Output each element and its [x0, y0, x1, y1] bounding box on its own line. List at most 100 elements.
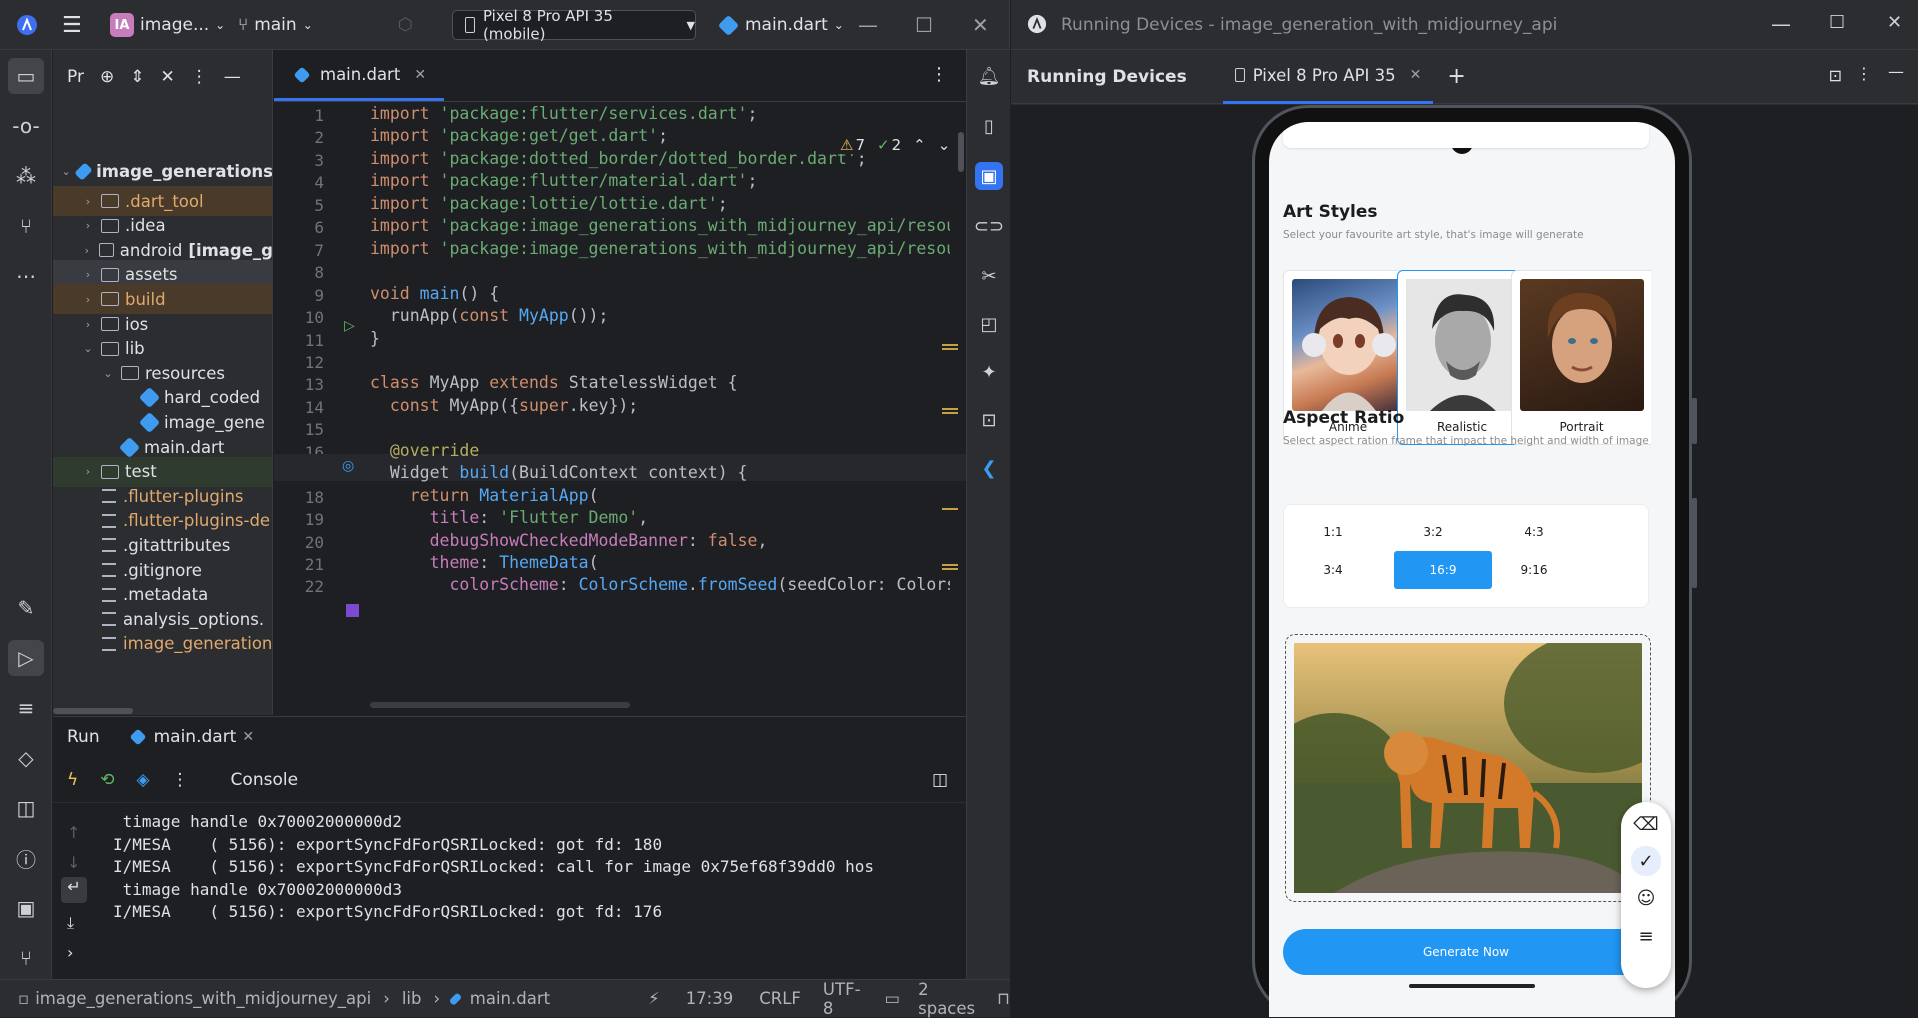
collapse-all-icon[interactable]: ✕: [160, 67, 174, 87]
comment-icon[interactable]: ▭: [885, 989, 901, 1008]
ratio-option[interactable]: 9:16: [1485, 551, 1583, 589]
options-icon[interactable]: ⋮: [191, 67, 208, 87]
hide-icon[interactable]: —: [224, 67, 241, 87]
layout-icon[interactable]: ◫: [932, 770, 948, 790]
locate-icon[interactable]: ⊕: [100, 67, 114, 87]
console-tab[interactable]: Console: [231, 770, 299, 790]
terminal-icon[interactable]: ▣: [12, 894, 40, 922]
ratio-option[interactable]: 3:4: [1284, 551, 1382, 589]
project-panel-title[interactable]: Pr: [67, 67, 84, 87]
status-line-separator[interactable]: CRLF: [759, 989, 801, 1008]
maximize-icon[interactable]: ☐: [1829, 12, 1845, 33]
main-menu-icon[interactable]: ☰: [62, 0, 82, 50]
status-lib[interactable]: lib: [402, 989, 422, 1008]
android-studio-logo-icon[interactable]: [16, 0, 38, 50]
gemini-icon[interactable]: ✦: [975, 358, 1003, 386]
gem-icon[interactable]: ◇: [12, 744, 40, 772]
scroll-down-icon[interactable]: ↓: [67, 853, 80, 872]
horizontal-scrollbar[interactable]: [370, 702, 630, 708]
chevron-right-icon[interactable]: ›: [81, 268, 95, 281]
status-indent[interactable]: 2 spaces: [918, 980, 975, 1018]
flutter-icon[interactable]: ❮: [975, 454, 1003, 482]
run-gutter-icon[interactable]: ▷: [344, 318, 355, 334]
tree-item[interactable]: image_generation: [53, 629, 272, 659]
status-project[interactable]: image_generations_with_midjourney_api: [35, 989, 371, 1008]
close-icon[interactable]: ✕: [972, 13, 989, 37]
device-manager-icon[interactable]: ▯: [975, 112, 1003, 140]
status-file[interactable]: main.dart: [470, 989, 550, 1008]
chevron-right-icon[interactable]: ›: [81, 293, 95, 306]
minimize-icon[interactable]: —: [858, 13, 878, 37]
chevron-down-icon[interactable]: ⌄: [81, 342, 95, 355]
status-position[interactable]: 17:39: [686, 989, 734, 1008]
expand-all-icon[interactable]: ⇕: [130, 67, 144, 87]
status-encoding[interactable]: UTF-8: [823, 980, 861, 1018]
hot-reload-icon[interactable]: ϟ: [67, 770, 78, 790]
todo-icon[interactable]: ≡: [12, 694, 40, 722]
add-device-icon[interactable]: +: [1447, 64, 1465, 89]
run-tab[interactable]: main.dart ✕: [128, 727, 254, 747]
hide-icon[interactable]: —: [1888, 62, 1904, 81]
logcat-icon[interactable]: ◫: [12, 794, 40, 822]
next-highlight-icon[interactable]: ⌄: [938, 136, 951, 154]
commit-icon[interactable]: -o-: [12, 112, 40, 140]
project-selector[interactable]: IA image... ⌄: [110, 0, 225, 50]
more-actions-icon[interactable]: ›: [67, 943, 73, 962]
ratio-option-selected[interactable]: 16:9: [1394, 551, 1492, 589]
running-devices-icon[interactable]: ▣: [975, 162, 1003, 190]
ratio-option[interactable]: 3:2: [1384, 513, 1482, 551]
run-config-selector[interactable]: main.dart ⌄: [717, 0, 844, 50]
power-button[interactable]: [1692, 398, 1697, 444]
hot-restart-icon[interactable]: ⟲: [100, 770, 114, 790]
layout-inspector-icon[interactable]: ⊡: [975, 406, 1003, 434]
editor-options-icon[interactable]: ⋮: [930, 64, 948, 85]
console-options-icon[interactable]: ⋮: [172, 770, 189, 790]
chevron-right-icon[interactable]: ›: [81, 195, 95, 208]
chevron-right-icon[interactable]: ›: [81, 244, 93, 257]
lock-icon[interactable]: ⊓: [997, 989, 1010, 1008]
scroll-to-end-icon[interactable]: ⤓: [67, 913, 74, 933]
style-card-portrait[interactable]: Portrait: [1511, 270, 1651, 445]
collapse-panel-icon[interactable]: ⊡: [1829, 66, 1842, 85]
branch-selector[interactable]: ⑂ main ⌄: [238, 0, 313, 50]
version-control-icon[interactable]: ⑂: [12, 944, 40, 972]
close-tab-icon[interactable]: ✕: [242, 729, 254, 745]
problems-icon[interactable]: ⓘ: [12, 844, 40, 872]
close-tab-icon[interactable]: ✕: [1410, 67, 1422, 83]
more-icon[interactable]: ⋯: [12, 262, 40, 290]
gallery-icon[interactable]: ◰: [975, 310, 1003, 338]
chevron-right-icon[interactable]: ›: [81, 318, 95, 331]
devtools-icon[interactable]: ◈: [136, 770, 149, 790]
shield-icon[interactable]: ⬡: [398, 0, 413, 50]
chevron-down-icon[interactable]: ⌄: [101, 367, 115, 380]
scissors-icon[interactable]: ✂: [975, 262, 1003, 290]
horizontal-scrollbar[interactable]: [53, 705, 272, 715]
chevron-right-icon[interactable]: ›: [81, 465, 95, 478]
override-gutter-icon[interactable]: ◎: [342, 458, 354, 474]
editor-tab-main-dart[interactable]: main.dart ✕: [274, 51, 445, 101]
style-card-realistic[interactable]: Realistic: [1397, 270, 1527, 445]
structure-icon[interactable]: ⁂: [12, 162, 40, 190]
prev-highlight-icon[interactable]: ⌃: [913, 136, 926, 154]
menu-icon[interactable]: ≡: [1634, 924, 1658, 948]
check-icon[interactable]: ✓: [1631, 846, 1661, 876]
run-panel-title[interactable]: Run: [67, 727, 100, 747]
volume-button[interactable]: [1692, 498, 1697, 588]
chevron-right-icon[interactable]: ›: [81, 219, 95, 232]
scroll-up-icon[interactable]: ↑: [67, 823, 80, 842]
device-tab[interactable]: Pixel 8 Pro API 35 ✕: [1222, 50, 1434, 104]
generate-now-button[interactable]: Generate Now: [1283, 929, 1649, 975]
flutter-inspector-icon[interactable]: ✎: [12, 594, 40, 622]
run-tool-icon[interactable]: ▷: [8, 640, 44, 676]
link-icon[interactable]: ⊂⊃: [974, 212, 1004, 240]
project-folder-icon[interactable]: ▭: [8, 58, 44, 94]
minimize-icon[interactable]: —: [1771, 12, 1791, 36]
backspace-icon[interactable]: ⌫: [1633, 812, 1658, 836]
close-tab-icon[interactable]: ✕: [414, 67, 426, 83]
tree-root[interactable]: ⌄ image_generations: [53, 156, 272, 186]
inspection-widget[interactable]: ⚠ 7 ✓ 2 ⌃ ⌄: [834, 136, 951, 154]
ratio-option[interactable]: 1:1: [1284, 513, 1382, 551]
ratio-option[interactable]: 4:3: [1485, 513, 1583, 551]
no-power-save-icon[interactable]: ⚡︎: [648, 989, 660, 1008]
phone-screen[interactable]: Art Styles Select your favourite art sty…: [1269, 122, 1675, 1017]
